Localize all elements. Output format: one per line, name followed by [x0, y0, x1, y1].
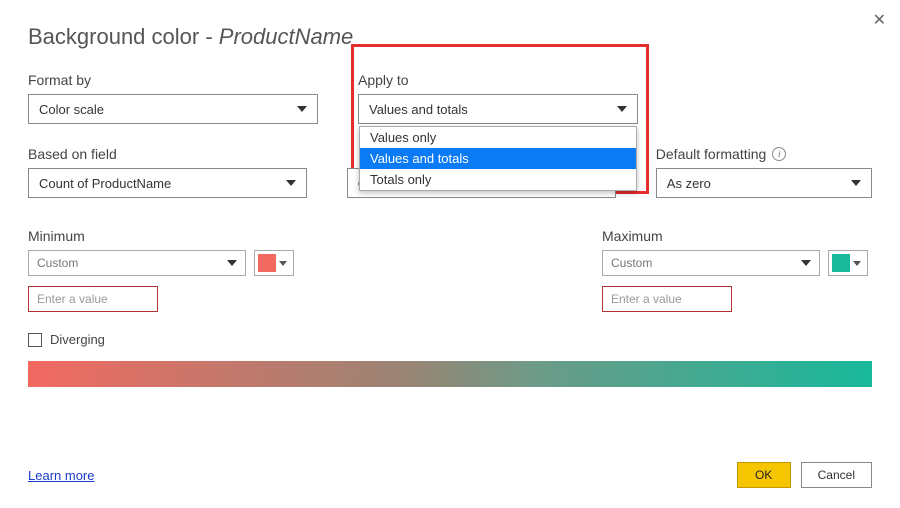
maximum-placeholder: Enter a value [611, 292, 682, 306]
close-icon[interactable]: ✕ [873, 10, 886, 30]
format-by-label: Format by [28, 72, 318, 88]
format-by-select[interactable]: Color scale [28, 94, 318, 124]
row-minmax: Minimum Custom Enter a value Maximum Cus… [28, 228, 872, 312]
footer-buttons: OK Cancel [737, 462, 872, 488]
diverging-row: Diverging [28, 332, 872, 347]
minimum-color-picker[interactable] [254, 250, 294, 276]
chevron-down-icon [286, 180, 296, 186]
chevron-down-icon [617, 106, 627, 112]
ok-button[interactable]: OK [737, 462, 791, 488]
chevron-down-icon [279, 261, 287, 266]
maximum-group: Maximum Custom Enter a value [602, 228, 872, 312]
minimum-picker-row: Custom [28, 250, 298, 276]
maximum-value-input[interactable]: Enter a value [602, 286, 732, 312]
apply-to-dropdown: Values only Values and totals Totals onl… [359, 126, 637, 191]
default-formatting-label: Default formatting i [656, 146, 872, 162]
apply-to-option-totals-only[interactable]: Totals only [360, 169, 636, 190]
apply-to-value: Values and totals [369, 102, 468, 117]
chevron-down-icon [853, 261, 861, 266]
apply-to-option-values-only[interactable]: Values only [360, 127, 636, 148]
info-icon[interactable]: i [772, 147, 786, 161]
apply-to-option-values-and-totals[interactable]: Values and totals [360, 148, 636, 169]
default-formatting-label-text: Default formatting [656, 146, 767, 162]
maximum-color-picker[interactable] [828, 250, 868, 276]
cancel-button[interactable]: Cancel [801, 462, 872, 488]
title-prefix: Background color - [28, 24, 219, 49]
default-formatting-group: Default formatting i As zero [656, 146, 872, 198]
format-by-value: Color scale [39, 102, 104, 117]
default-formatting-select[interactable]: As zero [656, 168, 872, 198]
background-color-dialog: ✕ Background color - ProductName Format … [0, 0, 900, 508]
format-by-group: Format by Color scale [28, 72, 318, 124]
based-on-field-label: Based on field [28, 146, 307, 162]
chevron-down-icon [851, 180, 861, 186]
chevron-down-icon [227, 260, 237, 266]
dialog-title: Background color - ProductName [28, 24, 872, 50]
minimum-mode-value: Custom [37, 256, 78, 270]
based-on-field-group: Based on field Count of ProductName [28, 146, 307, 198]
minimum-label: Minimum [28, 228, 298, 244]
diverging-label: Diverging [50, 332, 105, 347]
dialog-footer: Learn more OK Cancel [28, 462, 872, 488]
title-field: ProductName [219, 24, 354, 49]
based-on-field-value: Count of ProductName [39, 176, 171, 191]
apply-to-select[interactable]: Values and totals Values only Values and… [358, 94, 638, 124]
learn-more-link[interactable]: Learn more [28, 468, 94, 483]
maximum-picker-row: Custom [602, 250, 872, 276]
chevron-down-icon [297, 106, 307, 112]
minimum-placeholder: Enter a value [37, 292, 108, 306]
chevron-down-icon [801, 260, 811, 266]
gradient-preview [28, 361, 872, 387]
diverging-checkbox[interactable] [28, 333, 42, 347]
apply-to-group: Apply to Values and totals Values only V… [358, 72, 638, 124]
based-on-field-select[interactable]: Count of ProductName [28, 168, 307, 198]
maximum-mode-value: Custom [611, 256, 652, 270]
minimum-group: Minimum Custom Enter a value [28, 228, 298, 312]
apply-to-label: Apply to [358, 72, 638, 88]
color-swatch-icon [832, 254, 850, 272]
row-top: Format by Color scale Apply to Values an… [28, 72, 872, 124]
maximum-mode-select[interactable]: Custom [602, 250, 820, 276]
minimum-mode-select[interactable]: Custom [28, 250, 246, 276]
minimum-value-input[interactable]: Enter a value [28, 286, 158, 312]
color-swatch-icon [258, 254, 276, 272]
default-formatting-value: As zero [667, 176, 711, 191]
maximum-label: Maximum [602, 228, 872, 244]
